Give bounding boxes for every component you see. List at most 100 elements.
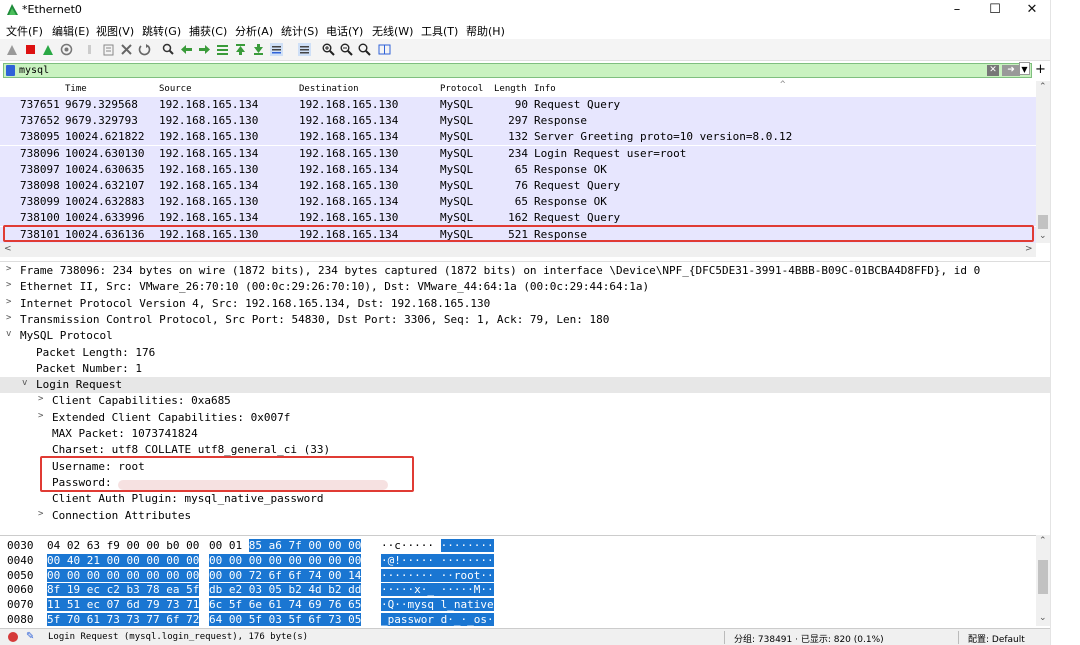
scroll-left-icon[interactable]: < [4, 244, 12, 254]
password-redaction [118, 480, 388, 490]
save-file-icon[interactable] [102, 43, 115, 56]
detail-row[interactable]: v MySQL Protocol [0, 328, 1050, 344]
go-to-packet-icon[interactable] [216, 43, 229, 56]
stop-capture-icon[interactable] [24, 43, 37, 56]
col-info[interactable]: Info [534, 84, 556, 94]
close-button[interactable]: ✕ [1013, 0, 1051, 20]
maximize-button[interactable]: ☐ [976, 0, 1014, 20]
scroll-thumb[interactable] [1038, 215, 1048, 229]
scroll-down-icon[interactable]: ⌄ [1039, 231, 1047, 241]
packet-row[interactable]: 738100 10024.633996 192.168.165.134 192.168… [0, 210, 1036, 227]
packet-info: Response OK [534, 162, 607, 176]
detail-row[interactable]: Client Auth Plugin: mysql_native_passwor… [0, 491, 1050, 507]
expand-arrow-icon[interactable]: > [6, 297, 11, 307]
packet-info: Request Query [534, 211, 621, 225]
detail-row[interactable]: v Login Request [0, 377, 1050, 394]
scroll-up-icon[interactable]: ⌃ [1039, 82, 1047, 92]
expert-info-icon[interactable] [8, 632, 18, 642]
detail-row[interactable]: > Transmission Control Protocol, Src Port… [0, 312, 1050, 328]
first-packet-icon[interactable] [234, 43, 247, 56]
go-back-icon[interactable] [180, 43, 193, 56]
packet-row[interactable]: 738095 10024.621822 192.168.165.130 192.168… [0, 129, 1036, 146]
bytes-scrollbar[interactable]: ⌃ ⌄ [1036, 535, 1050, 626]
find-packet-icon[interactable] [162, 43, 175, 56]
display-filter-input[interactable]: mysql ✕ ➜ [3, 63, 1032, 78]
packet-row[interactable]: 738098 10024.632107 192.168.165.134 192.168… [0, 178, 1036, 194]
detail-row[interactable]: MAX Packet: 1073741824 [0, 426, 1050, 442]
collapse-arrow-icon[interactable]: v [6, 329, 11, 339]
go-forward-icon[interactable] [198, 43, 211, 56]
menu-view[interactable]: 视图(V) [96, 23, 134, 39]
reload-icon[interactable] [138, 43, 151, 56]
open-file-icon[interactable] [84, 43, 97, 56]
detail-row[interactable]: > Connection Attributes [0, 508, 1050, 524]
start-capture-icon[interactable] [6, 43, 19, 56]
menu-analyze[interactable]: 分析(A) [235, 23, 273, 39]
detail-row[interactable]: Packet Number: 1 [0, 361, 1050, 377]
bookmark-icon[interactable] [6, 65, 15, 76]
detail-row[interactable]: > Internet Protocol Version 4, Src: 192.1… [0, 296, 1050, 312]
detail-text: Ethernet II, Src: VMware_26:70:10 (00:0c… [20, 280, 650, 294]
packet-row[interactable]: 738096 10024.630130 192.168.165.134 192.168… [0, 145, 1036, 162]
filter-history-dropdown[interactable]: ▼ [1019, 62, 1030, 75]
last-packet-icon[interactable] [252, 43, 265, 56]
expand-arrow-icon[interactable]: > [6, 313, 11, 323]
menu-telephony[interactable]: 电话(Y) [326, 23, 363, 39]
zoom-in-icon[interactable] [322, 43, 335, 56]
packet-list-hscrollbar[interactable]: < > [0, 243, 1036, 257]
normal-size-icon[interactable] [358, 43, 371, 56]
apply-filter-icon[interactable]: ➜ [1002, 65, 1020, 76]
expand-arrow-icon[interactable]: > [6, 280, 11, 290]
packet-list-scrollbar[interactable]: ⌃ ⌄ [1036, 81, 1050, 243]
resize-columns-icon[interactable] [378, 43, 391, 56]
capture-options-icon[interactable] [60, 43, 73, 56]
expand-arrow-icon[interactable]: > [38, 411, 43, 421]
expand-arrow-icon[interactable]: > [6, 264, 11, 274]
col-time[interactable]: Time [65, 84, 87, 94]
clear-filter-icon[interactable]: ✕ [987, 65, 999, 76]
scroll-up-icon[interactable]: ⌃ [1039, 536, 1047, 546]
col-destination[interactable]: Destination [299, 84, 359, 94]
menu-edit[interactable]: 编辑(E) [52, 23, 90, 39]
packet-time: 10024.621822 [65, 130, 145, 144]
packet-time: 10024.633996 [65, 211, 145, 225]
col-length[interactable]: Length [494, 84, 527, 94]
packet-row[interactable]: 738097 10024.630635 192.168.165.130 192.168… [0, 161, 1036, 178]
menu-file[interactable]: 文件(F) [6, 23, 43, 39]
packet-row[interactable]: 738099 10024.632883 192.168.165.130 192.168… [0, 194, 1036, 211]
detail-row[interactable]: > Extended Client Capabilities: 0x007f [0, 410, 1050, 426]
menu-go[interactable]: 跳转(G) [142, 23, 181, 39]
col-protocol[interactable]: Protocol [440, 84, 483, 94]
edit-comment-icon[interactable]: ✎ [26, 631, 34, 642]
detail-row[interactable]: > Ethernet II, Src: VMware_26:70:10 (00:0… [0, 279, 1050, 295]
menu-statistics[interactable]: 统计(S) [281, 23, 319, 39]
restart-capture-icon[interactable] [42, 43, 55, 56]
scroll-down-icon[interactable]: ⌄ [1039, 613, 1047, 623]
add-filter-button-icon[interactable]: + [1035, 62, 1046, 77]
col-source[interactable]: Source [159, 84, 192, 94]
scroll-right-icon[interactable]: > [1025, 244, 1033, 254]
autoscroll-icon[interactable] [270, 43, 283, 56]
packet-row[interactable]: 737652 9679.329793 192.168.165.130 192.168.… [0, 113, 1036, 130]
status-profile[interactable]: 配置: Default [968, 632, 1025, 645]
expand-arrow-icon[interactable]: > [38, 509, 43, 519]
menu-tools[interactable]: 工具(T) [421, 23, 458, 39]
collapse-arrow-icon[interactable]: v [22, 378, 27, 388]
scroll-thumb[interactable] [1038, 560, 1048, 594]
colorize-icon[interactable] [298, 43, 311, 56]
minimize-button[interactable]: – [938, 0, 976, 20]
menu-help[interactable]: 帮助(H) [466, 23, 505, 39]
packet-number: 737651 [20, 98, 60, 111]
expand-arrow-icon[interactable]: > [38, 394, 43, 404]
detail-row[interactable]: Packet Length: 176 [0, 345, 1050, 361]
menu-capture[interactable]: 捕获(C) [189, 23, 227, 39]
packet-destination: 192.168.165.134 [299, 130, 399, 144]
menu-wireless[interactable]: 无线(W) [372, 23, 413, 39]
packet-number: 738096 [20, 146, 60, 160]
zoom-out-icon[interactable] [340, 43, 353, 56]
packet-row[interactable]: 737651 9679.329568 192.168.165.134 192.168.… [0, 97, 1036, 113]
packet-destination: 192.168.165.130 [299, 211, 399, 225]
detail-row[interactable]: > Frame 738096: 234 bytes on wire (1872 b… [0, 263, 1050, 279]
close-file-icon[interactable] [120, 43, 133, 56]
detail-row[interactable]: > Client Capabilities: 0xa685 [0, 393, 1050, 409]
